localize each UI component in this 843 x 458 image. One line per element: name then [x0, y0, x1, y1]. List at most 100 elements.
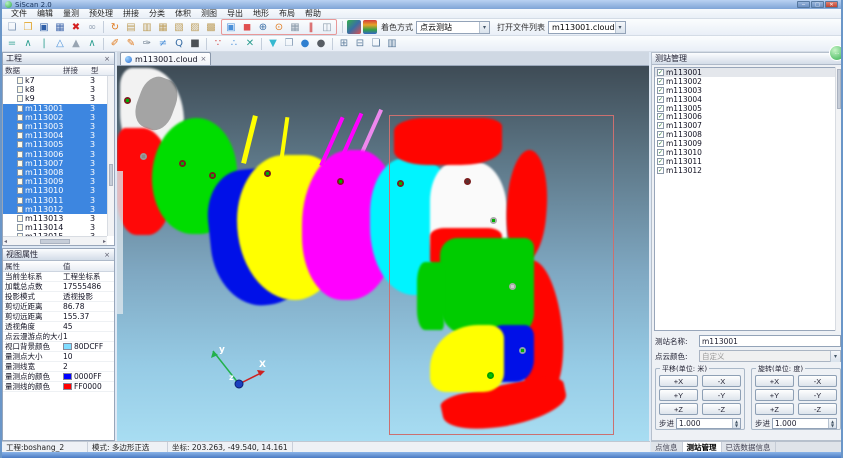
view-cube-right-icon[interactable]: ▧ [172, 20, 186, 34]
station-list-item[interactable]: ✓m113001 [655, 68, 841, 77]
station-checkbox[interactable]: ✓ [657, 96, 664, 103]
translate-minus-x-button[interactable]: -X [702, 375, 741, 387]
tree-item[interactable]: k73 [3, 76, 114, 85]
minimize-button[interactable]: ─ [797, 1, 810, 8]
station-checkbox[interactable]: ✓ [657, 140, 664, 147]
translate-step-input[interactable]: 1.000 ▲▼ [676, 418, 741, 429]
station-list-item[interactable]: ✓m113003 [655, 86, 841, 95]
tree-item[interactable]: m1130013 [3, 104, 114, 113]
sphere-blue-icon[interactable]: ● [298, 37, 312, 51]
station-checkbox[interactable]: ✓ [657, 113, 664, 120]
scroll-thumb[interactable] [837, 69, 841, 109]
cloud-color-combo[interactable]: 自定义 ▾ [699, 350, 841, 362]
tree-item[interactable]: m1130123 [3, 205, 114, 214]
pen-icon[interactable]: ✎ [124, 37, 138, 51]
zoom-fit-icon[interactable]: ⊙ [272, 20, 286, 34]
rotate-step-input[interactable]: 1.000 ▲▼ [772, 418, 837, 429]
station-list-item[interactable]: ✓m113006 [655, 112, 841, 121]
triangle-filled-icon[interactable]: ▲ [69, 37, 83, 51]
view-cube-top-icon[interactable]: ▨ [188, 20, 202, 34]
station-checkbox[interactable]: ✓ [657, 149, 664, 156]
spinner-icon[interactable]: ▲▼ [828, 419, 836, 428]
new-file-icon[interactable]: ❏ [5, 20, 19, 34]
translate-plus-z-button[interactable]: +Z [659, 403, 698, 415]
station-checkbox[interactable]: ✓ [657, 131, 664, 138]
rotate-plus-y-button[interactable]: +Y [755, 389, 794, 401]
tree-item[interactable]: m1130043 [3, 131, 114, 140]
bottom-tab-0[interactable]: 点信息 [651, 442, 683, 452]
station-checkbox[interactable]: ✓ [657, 167, 664, 174]
project-panel-close-icon[interactable]: × [103, 55, 111, 63]
measure-distance-icon[interactable]: ≠ [156, 37, 170, 51]
window-split-icon[interactable]: ⊞ [337, 37, 351, 51]
station-list-scrollbar[interactable] [835, 67, 842, 331]
tree-item[interactable]: m1130143 [3, 223, 114, 232]
points-multi-icon[interactable]: ∴ [227, 37, 241, 51]
rotate-minus-x-button[interactable]: -X [798, 375, 837, 387]
select-rect-icon[interactable]: ▣ [224, 20, 238, 34]
window-horizontal-icon[interactable]: ⊟ [353, 37, 367, 51]
zoom-window-icon[interactable]: ⊕ [256, 20, 270, 34]
spinner-icon[interactable]: ▲▼ [732, 419, 740, 428]
menu-item-1[interactable]: 编辑 [32, 9, 58, 19]
view-cube-left-icon[interactable]: ▦ [156, 20, 170, 34]
station-checkbox[interactable]: ✓ [657, 122, 664, 129]
pause-selection-icon[interactable]: ‖ [304, 20, 318, 34]
station-list-item[interactable]: ✓m113011 [655, 157, 841, 166]
sphere-dark-icon[interactable]: ● [314, 37, 328, 51]
station-list-item[interactable]: ✓m113002 [655, 77, 841, 86]
station-name-input[interactable]: m113001 [699, 335, 841, 347]
tree-item[interactable]: m1130063 [3, 150, 114, 159]
chevron-down-icon[interactable]: ▾ [615, 22, 625, 33]
maximize-button[interactable]: □ [811, 1, 824, 8]
menu-item-11[interactable]: 帮助 [300, 9, 326, 19]
cube-dark-icon[interactable]: ■ [188, 37, 202, 51]
palette-icon[interactable] [347, 20, 361, 34]
station-list-item[interactable]: ✓m113008 [655, 130, 841, 139]
chevron-down-icon[interactable]: ▾ [830, 351, 840, 362]
translate-plus-y-button[interactable]: +Y [659, 389, 698, 401]
delete-icon[interactable]: ✖ [69, 20, 83, 34]
save-project-icon[interactable]: ▦ [53, 20, 67, 34]
tree-item[interactable]: m1130023 [3, 113, 114, 122]
profile-grid-icon[interactable]: ▦ [288, 20, 302, 34]
bottom-tab-2[interactable]: 已选数据信息 [722, 442, 776, 452]
rotate-minus-z-button[interactable]: -Z [798, 403, 837, 415]
angle-icon[interactable]: ∧ [85, 37, 99, 51]
points-red-icon[interactable]: ∵ [211, 37, 225, 51]
rotate-minus-y-button[interactable]: -Y [798, 389, 837, 401]
station-checkbox[interactable]: ✓ [657, 69, 664, 76]
tree-item[interactable]: k93 [3, 94, 114, 103]
tree-item[interactable]: m1130083 [3, 168, 114, 177]
menu-item-8[interactable]: 导出 [222, 9, 248, 19]
pick-point-icon[interactable]: ✑ [140, 37, 154, 51]
project-vertical-scrollbar[interactable] [107, 76, 114, 236]
magnifier-icon[interactable]: Q [172, 37, 186, 51]
shading-mode-combo[interactable]: 点云测站▾ [416, 21, 490, 34]
translate-minus-z-button[interactable]: -Z [702, 403, 741, 415]
station-list-item[interactable]: ✓m113007 [655, 121, 841, 130]
station-checkbox[interactable]: ✓ [657, 87, 664, 94]
rotate-plus-x-button[interactable]: +X [755, 375, 794, 387]
tree-item[interactable]: m1130073 [3, 159, 114, 168]
menu-item-0[interactable]: 文件 [6, 9, 32, 19]
save-icon[interactable]: ▣ [37, 20, 51, 34]
window-tile-icon[interactable]: ▥ [385, 37, 399, 51]
link-icon[interactable]: ∞ [85, 20, 99, 34]
scroll-thumb[interactable] [109, 164, 113, 186]
tree-item[interactable]: k83 [3, 85, 114, 94]
tree-item[interactable]: m1130133 [3, 214, 114, 223]
station-checkbox[interactable]: ✓ [657, 158, 664, 165]
station-list-item[interactable]: ✓m113004 [655, 95, 841, 104]
station-list-item[interactable]: ✓m113010 [655, 148, 841, 157]
open-file-list-combo[interactable]: m113001.cloud▾ [548, 21, 626, 34]
view-cube-back-icon[interactable]: ▥ [140, 20, 154, 34]
menu-item-9[interactable]: 地形 [248, 9, 274, 19]
copy-icon[interactable]: ❐ [282, 37, 296, 51]
menu-item-2[interactable]: 量测 [58, 9, 84, 19]
measure-polyline-icon[interactable]: ∧ [21, 37, 35, 51]
project-horizontal-scrollbar[interactable]: ◂ ▸ [3, 236, 107, 245]
open-folder-icon[interactable]: ❒ [21, 20, 35, 34]
brush-icon[interactable]: ✐ [108, 37, 122, 51]
tree-item[interactable]: m1130103 [3, 186, 114, 195]
